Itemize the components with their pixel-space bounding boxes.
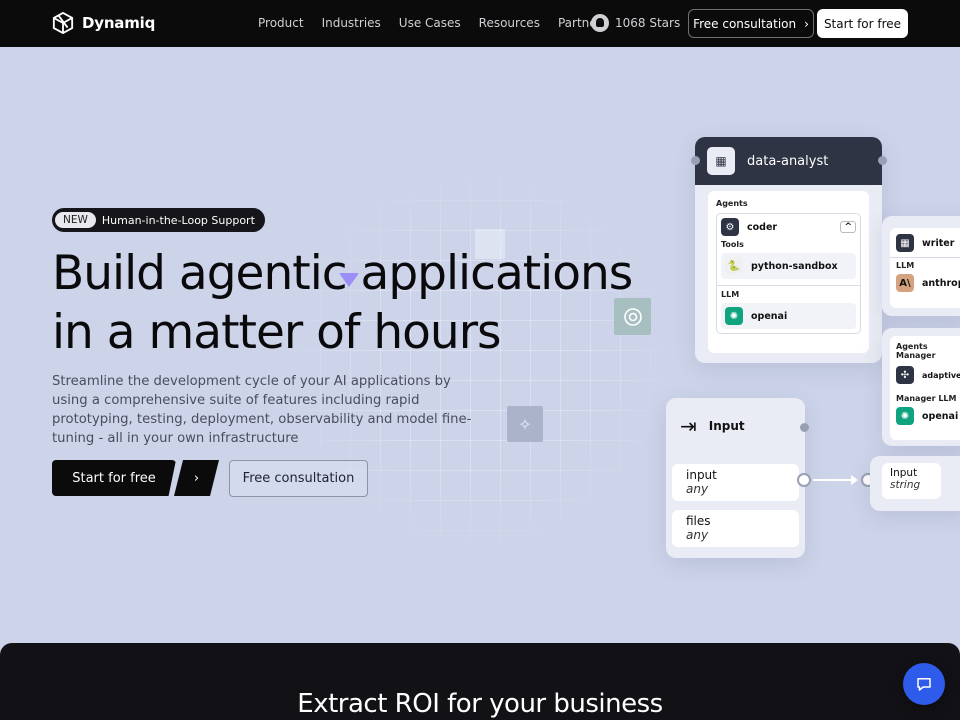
- port-name: input: [686, 468, 717, 482]
- new-feature-text: Human-in-the-Loop Support: [101, 213, 255, 227]
- edge-arrow: [813, 479, 855, 481]
- hero-arrow-button[interactable]: ›: [174, 460, 219, 496]
- input-port-row[interactable]: input any: [672, 464, 799, 501]
- agent-name: coder: [747, 221, 778, 233]
- writer-header: ▦ writer: [896, 234, 960, 252]
- writer-llm-name: anthrop: [922, 277, 960, 289]
- manager-llm-label: Manager LLM: [896, 394, 957, 403]
- github-icon: [591, 14, 609, 32]
- connector-dot[interactable]: [800, 423, 809, 432]
- agents-label: Agents: [716, 199, 748, 208]
- hero-consult-label: Free consultation: [242, 471, 355, 486]
- roi-section: Extract ROI for your business: [0, 643, 960, 720]
- hero-start-label: Start for free: [72, 470, 156, 486]
- agents-manager-row[interactable]: ✣ adaptive: [896, 366, 960, 384]
- chat-bubble-icon: [917, 678, 931, 691]
- new-feature-badge[interactable]: NEW Human-in-the-Loop Support: [52, 208, 265, 232]
- agents-manager-name: adaptive: [922, 370, 960, 380]
- tool-row-python-sandbox[interactable]: 🐍 python-sandbox: [721, 253, 856, 279]
- port-type: any: [686, 482, 709, 496]
- connector-dot[interactable]: [691, 156, 700, 165]
- nav-start-label: Start for free: [823, 16, 902, 31]
- port-name: Input: [890, 467, 918, 479]
- tool-name: python-sandbox: [751, 260, 838, 272]
- divider: [890, 257, 960, 258]
- data-analyst-node[interactable]: ▦ data-analyst Agents ⚙ coder ^ Tools 🐍 …: [695, 137, 882, 363]
- files-port-row[interactable]: files any: [672, 510, 799, 547]
- data-analyst-header: ▦ data-analyst: [695, 137, 882, 185]
- tools-label: Tools: [721, 240, 744, 249]
- arrow-head-icon: [851, 475, 858, 485]
- llm-label: LLM: [721, 290, 740, 299]
- agents-group: ⚙ coder ^ Tools 🐍 python-sandbox LLM ✺ o…: [716, 213, 861, 334]
- github-stars-link[interactable]: 1068 Stars: [591, 14, 680, 32]
- agents-manager-label: Agents Manager: [896, 342, 936, 360]
- openai-icon: ✺: [896, 407, 914, 425]
- openai-icon: ✺: [725, 307, 743, 325]
- target-input-port[interactable]: Input string: [882, 463, 941, 499]
- connector-dot[interactable]: [878, 156, 887, 165]
- enter-icon: ⇥: [680, 414, 697, 438]
- data-analyst-title: data-analyst: [747, 153, 829, 169]
- nav-free-consultation-button[interactable]: Free consultation ›: [688, 9, 814, 38]
- nav-link-resources[interactable]: Resources: [479, 16, 540, 30]
- target-node[interactable]: Input string: [870, 456, 960, 511]
- brand-name: Dynamiq: [82, 14, 156, 32]
- writer-node[interactable]: ▦ writer LLM A\ anthrop: [882, 216, 960, 316]
- hero-start-free-button[interactable]: Start for free: [52, 460, 176, 496]
- llm-row-openai[interactable]: ✺ openai: [721, 303, 856, 329]
- network-icon: ✣: [896, 366, 914, 384]
- nav-link-use-cases[interactable]: Use Cases: [399, 16, 461, 30]
- nav-links: Product Industries Use Cases Resources P…: [258, 16, 608, 30]
- manager-llm-name: openai: [922, 410, 959, 422]
- roi-section-title: Extract ROI for your business: [297, 689, 663, 719]
- nav-link-product[interactable]: Product: [258, 16, 304, 30]
- data-analyst-body: Agents ⚙ coder ^ Tools 🐍 python-sandbox …: [708, 191, 869, 353]
- input-node[interactable]: ⇥ Input input any files any: [666, 398, 805, 558]
- gear-icon: ⚙: [721, 218, 739, 236]
- logo[interactable]: Dynamiq: [52, 12, 155, 34]
- hero-headline: Build agentic applications in a matter o…: [52, 244, 633, 362]
- hero-free-consultation-button[interactable]: Free consultation: [229, 460, 368, 497]
- decorative-sparkle-tile: ✧: [507, 406, 543, 442]
- org-chart-icon: ▦: [896, 234, 914, 252]
- chevron-right-icon: ›: [804, 16, 809, 31]
- divider: [717, 285, 860, 286]
- headline-line-2: in a matter of hours: [52, 305, 502, 360]
- writer-llm-row[interactable]: A\ anthrop: [896, 274, 960, 292]
- hero-subtitle: Streamline the development cycle of your…: [52, 374, 472, 446]
- github-stars-count: 1068 Stars: [615, 16, 681, 30]
- python-icon: 🐍: [725, 257, 743, 275]
- new-tag: NEW: [55, 212, 96, 228]
- chevron-right-icon: ›: [193, 470, 200, 486]
- port-type: any: [686, 528, 709, 542]
- manager-llm-row[interactable]: ✺ openai: [896, 407, 960, 425]
- input-header: ⇥ Input: [666, 398, 805, 454]
- nav-consult-label: Free consultation: [693, 16, 797, 31]
- agent-row-coder[interactable]: ⚙ coder ^: [721, 218, 856, 236]
- llm-name: openai: [751, 310, 788, 322]
- writer-body: ▦ writer LLM A\ anthrop: [890, 228, 960, 308]
- input-title: Input: [708, 419, 745, 433]
- chat-button[interactable]: [903, 663, 945, 705]
- nav-link-industries[interactable]: Industries: [322, 16, 381, 30]
- agents-manager-node[interactable]: Agents Manager ✣ adaptive Manager LLM ✺ …: [882, 328, 960, 446]
- output-port-dot[interactable]: [797, 473, 811, 487]
- logo-icon: [52, 12, 74, 34]
- writer-llm-label: LLM: [896, 261, 915, 270]
- headline-line-1: Build agentic applications: [52, 246, 633, 301]
- org-chart-icon: ▦: [707, 147, 735, 175]
- writer-title: writer: [922, 237, 955, 249]
- port-name: files: [686, 514, 711, 528]
- anthropic-icon: A\: [896, 274, 914, 292]
- manager-body: Agents Manager ✣ adaptive Manager LLM ✺ …: [890, 336, 960, 440]
- chevron-up-icon: ^: [840, 221, 856, 233]
- top-navbar: Dynamiq Product Industries Use Cases Res…: [0, 0, 960, 47]
- port-type: string: [890, 479, 921, 491]
- nav-start-free-button[interactable]: Start for free: [817, 9, 908, 38]
